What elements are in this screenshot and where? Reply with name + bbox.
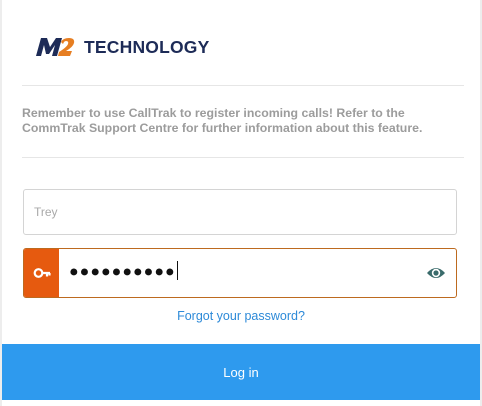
eye-icon[interactable] [426,266,446,280]
password-field[interactable]: ●●●●●●●●●● [23,248,457,298]
password-key-badge [24,249,59,297]
login-card: TECHNOLOGY Remember to use CallTrak to r… [2,0,480,406]
notice-divider [22,157,464,158]
m2-logo-mark [36,38,75,56]
username-value: Trey [34,205,58,219]
login-button-label: Log in [223,364,259,380]
logo-wordmark: TECHNOLOGY [84,36,210,57]
password-masked-value: ●●●●●●●●●● [69,261,178,282]
company-logo: TECHNOLOGY [34,36,209,58]
username-field[interactable]: Trey [23,189,457,235]
key-icon [33,268,51,278]
forgot-password-link[interactable]: Forgot your password? [2,309,480,323]
text-caret [176,261,178,280]
header-divider [22,85,464,86]
calltrak-notice: Remember to use CallTrak to register inc… [22,106,423,135]
login-button[interactable]: Log in [2,344,480,400]
